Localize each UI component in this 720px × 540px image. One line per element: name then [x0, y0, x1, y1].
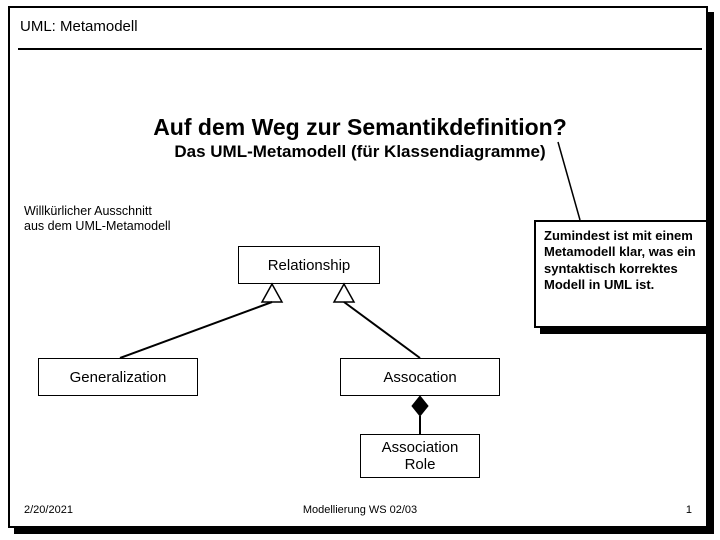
uml-box-generalization: Generalization [38, 358, 198, 396]
slide-subtitle: Das UML-Metamodell (für Klassendiagramme… [10, 142, 710, 162]
uml-label-relationship: Relationship [268, 257, 351, 274]
callout-text: Zumindest ist mit einem Metamodell klar,… [544, 228, 696, 292]
header-label: UML: Metamodell [20, 18, 138, 35]
triangle-arrowhead-right [334, 284, 354, 302]
uml-label-generalization: Generalization [70, 369, 167, 386]
edge-relationship-to-association [344, 302, 420, 358]
excerpt-note: Willkürlicher Ausschnitt aus dem UML-Met… [24, 204, 171, 234]
slide-frame: UML: Metamodell Auf dem Weg zur Semantik… [8, 6, 708, 528]
edge-relationship-to-generalization [120, 302, 272, 358]
footer-center: Modellierung WS 02/03 [10, 504, 710, 516]
uml-box-relationship: Relationship [238, 246, 380, 284]
uml-box-association-role: Association Role [360, 434, 480, 478]
header-rule [18, 48, 702, 50]
excerpt-note-line2: aus dem UML-Metamodell [24, 219, 171, 234]
uml-label-association-role-line1: Association [382, 439, 459, 456]
uml-label-association-role-line2: Role [382, 456, 459, 473]
footer-page-number: 1 [686, 504, 692, 516]
excerpt-note-line1: Willkürlicher Ausschnitt [24, 204, 171, 219]
uml-box-association: Assocation [340, 358, 500, 396]
uml-label-association: Assocation [383, 369, 456, 386]
slide-title: Auf dem Weg zur Semantikdefinition? [10, 114, 710, 141]
composition-diamond [412, 396, 428, 416]
triangle-arrowhead-left [262, 284, 282, 302]
callout-note: Zumindest ist mit einem Metamodell klar,… [534, 220, 708, 328]
